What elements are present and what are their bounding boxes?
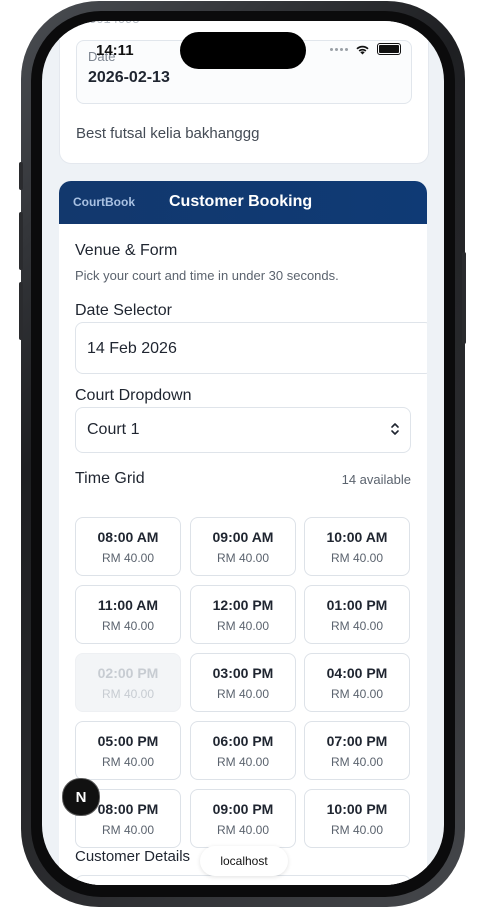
booking-title: Customer Booking [169,193,313,210]
dev-badge-letter: N [75,788,87,806]
time-slot[interactable]: 12:00 PM RM 40.00 [190,585,296,644]
time-slot[interactable]: 11:00 AM RM 40.00 [75,585,181,644]
slot-price: RM 40.00 [330,755,384,769]
time-slot[interactable]: 09:00 AM RM 40.00 [190,517,296,576]
time-grid-label: Time Grid [75,470,145,487]
slot-time: 02:00 PM [97,665,159,681]
booking-note: Best futsal kelia bakhanggg [76,125,260,142]
slot-time: 08:00 AM [97,529,159,545]
slot-time: 09:00 AM [212,529,274,545]
slot-price: RM 40.00 [101,551,155,565]
status-icons [330,43,401,55]
time-slot[interactable]: 10:00 PM RM 40.00 [304,789,410,848]
customer-name-input[interactable] [75,875,411,885]
date-value: 2026-02-13 [88,69,170,86]
slot-time: 06:00 PM [212,733,274,749]
dev-tools-badge[interactable]: N [62,778,100,816]
slot-time: 05:00 PM [97,733,159,749]
time-slot[interactable]: 05:00 PM RM 40.00 [75,721,181,780]
url-text: localhost [220,854,268,868]
date-selector-label: Date Selector [75,302,172,319]
slot-price: RM 40.00 [101,619,155,633]
slot-time: 04:00 PM [326,665,388,681]
time-slot[interactable]: 06:00 PM RM 40.00 [190,721,296,780]
slot-price: RM 40.00 [101,755,155,769]
date-selector-value: 14 Feb 2026 [87,340,177,357]
volume-down-button [19,282,23,340]
browser-url-pill[interactable]: localhost [200,846,288,876]
slot-price: RM 40.00 [330,551,384,565]
dynamic-island [180,32,306,69]
slot-price: RM 40.00 [330,823,384,837]
slot-price: RM 40.00 [216,823,270,837]
customer-details-title: Customer Details [75,848,191,865]
slot-time: 01:00 PM [326,597,388,613]
slot-price: RM 40.00 [216,551,270,565]
date-selector-input[interactable]: 14 Feb 2026 [75,322,427,374]
booking-id: …0014095 [76,21,140,26]
slot-time: 11:00 AM [97,597,159,613]
power-button [462,252,466,344]
slot-time: 10:00 PM [326,801,388,817]
time-slot[interactable]: 04:00 PM RM 40.00 [304,653,410,712]
mute-switch [19,162,23,190]
slot-price: RM 40.00 [216,755,270,769]
time-slot[interactable]: 01:00 PM RM 40.00 [304,585,410,644]
slot-time: 10:00 AM [326,529,388,545]
venue-form-subtitle: Pick your court and time in under 30 sec… [75,268,339,283]
slot-price: RM 40.00 [101,687,155,701]
slot-price: RM 40.00 [101,823,155,837]
slot-time: 07:00 PM [326,733,388,749]
wifi-icon [356,45,369,54]
available-count: 14 available [341,472,411,487]
court-dropdown[interactable]: Court 1 [75,407,411,453]
phone-screen: Date 2026-02-13 Best futsal kelia bakhan… [42,21,444,885]
brand-logo: CourtBook [73,195,135,209]
slot-time: 03:00 PM [212,665,274,681]
status-time: 14:11 [96,42,134,59]
slot-price: RM 40.00 [216,619,270,633]
slot-price: RM 40.00 [216,687,270,701]
time-slot[interactable]: 08:00 AM RM 40.00 [75,517,181,576]
time-slot[interactable]: 09:00 PM RM 40.00 [190,789,296,848]
court-dropdown-value: Court 1 [87,421,140,438]
time-slot[interactable]: 10:00 AM RM 40.00 [304,517,410,576]
time-slot[interactable]: 03:00 PM RM 40.00 [190,653,296,712]
cellular-signal-icon [330,47,348,51]
phone-mockup: Date 2026-02-13 Best futsal kelia bakhan… [0,0,495,909]
customer-booking-card: CourtBook Customer Booking Venue & Form … [59,181,427,885]
chevron-updown-icon [391,423,399,435]
court-dropdown-label: Court Dropdown [75,387,192,404]
battery-icon [377,43,401,55]
volume-up-button [19,212,23,270]
time-slot[interactable]: 07:00 PM RM 40.00 [304,721,410,780]
slot-price: RM 40.00 [330,687,384,701]
booking-header: CourtBook Customer Booking [59,181,427,224]
time-slot: 02:00 PM RM 40.00 [75,653,181,712]
venue-form-title: Venue & Form [75,242,178,259]
slot-time: 12:00 PM [212,597,274,613]
slot-price: RM 40.00 [330,619,384,633]
slot-time: 09:00 PM [212,801,274,817]
